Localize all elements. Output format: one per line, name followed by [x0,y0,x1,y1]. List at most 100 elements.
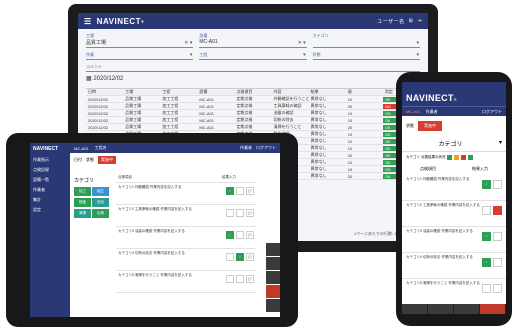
table-row[interactable]: 2020/12/02 品質工場 加工工程 MC-A01 定期点検 工具摩耗の確認 異常なし 2… [86,103,420,110]
ng-chip[interactable] [236,275,244,283]
list-item[interactable]: カテゴリ3 油量の確認 作業内容を記入する ✓ 💬 [116,227,256,249]
user-name[interactable]: 作業者 [426,109,438,115]
column-header[interactable]: 値 [346,89,383,95]
list-item[interactable]: カテゴリ5 清掃を行うこと 作業内容を記入する [402,279,506,305]
table-row[interactable]: 2020/12/02 品質工場 加工工程 MC-A01 定期点検 清掃を行うこと 異常なし 2… [86,124,420,131]
category-select[interactable]: カテゴリ ▾ [402,136,506,152]
logout-button[interactable]: ログアウト [256,145,276,151]
ng-chip[interactable] [493,284,502,293]
sidebar-item[interactable]: 設備一覧 [30,175,70,185]
table-row[interactable]: 2020/12/02 品質工場 加工工程 MC-A01 定期点検 外観確認を行うこと 異常な… [86,96,420,103]
user-name[interactable]: 作業者 [240,145,252,151]
user-name[interactable]: ユーザー名 [377,18,404,25]
ok-chip[interactable] [226,275,234,283]
comment-icon[interactable]: 💬 [246,209,254,217]
category-button[interactable]: 組立 [92,187,110,196]
list-item[interactable]: カテゴリ1 外観確認 作業内容を記入する ✓ 💬 [116,183,256,205]
chevron-down-icon[interactable]: ▾ [303,52,306,58]
comment-icon[interactable]: 💬 [246,253,254,261]
column-header[interactable]: 設備 [197,89,234,95]
category-filter[interactable]: カテゴリ ▾ [312,32,420,48]
sidebar-item[interactable]: 集計 [30,195,70,205]
comment-field[interactable]: コメント [86,63,420,72]
chevron-down-icon[interactable]: ▾ [416,40,419,46]
ng-chip[interactable] [493,180,502,189]
in-progress-button[interactable]: 実施中 [418,121,442,131]
clear-icon[interactable]: ✕ ▾ [298,40,306,46]
list-item[interactable]: カテゴリ2 工具摩耗の確認 作業内容を記入する 💬 [116,205,256,227]
action-button[interactable] [454,304,480,314]
category-button[interactable]: 清掃 [74,209,91,218]
status-label: 状態 [406,123,414,128]
logout-icon[interactable]: ⇥ [417,18,422,25]
process-filter[interactable]: 工程 ▾ [199,51,307,60]
ok-chip[interactable]: ✓ [226,231,234,239]
table-row[interactable]: 2020/12/02 品質工場 加工工程 MC-A01 定期点検 切粉の除去 異常なし 10 O… [86,117,420,124]
date-picker[interactable]: ▦ 2020/12/02 [86,75,420,82]
column-header[interactable]: 工程 [160,89,197,95]
ng-chip[interactable] [236,231,244,239]
column-header[interactable]: 点検項目 [234,89,271,95]
action-button[interactable] [402,304,428,314]
column-header[interactable]: 日時 [86,89,123,95]
list-item[interactable]: カテゴリ4 切粉の除去 作業内容を記入する ✓ [402,253,506,279]
ok-chip[interactable]: ✓ [482,180,491,189]
ng-chip[interactable]: ✓ [236,253,244,261]
action-button[interactable] [266,271,280,284]
list-item[interactable]: カテゴリ2 工具摩耗の確認 作業内容を記入する [402,201,506,227]
category-button[interactable]: 検査 [74,198,91,207]
list-item[interactable]: カテゴリ4 切粉の除去 作業内容を記入する ✓ 💬 [116,249,256,271]
summary-label: カテゴリ 点検結果の状況 [406,155,446,159]
equipment-filter[interactable]: 設備 MC-A01 ✕ ▾ [199,32,307,48]
column-header[interactable]: 工場 [123,89,160,95]
category-button[interactable]: 加工 [74,187,91,196]
action-button[interactable] [428,304,454,314]
ok-chip[interactable]: ✓ [226,187,234,195]
list-item[interactable]: カテゴリ3 油量の確認 作業内容を記入する ✓ [402,227,506,253]
grid-icon[interactable]: ⊞ [409,18,414,25]
list-item[interactable]: カテゴリ5 清掃を行うこと 作業内容を記入する 💬 [116,271,256,293]
table-row[interactable]: 2020/12/02 品質工場 加工工程 MC-A01 定期点検 油量の確認 異常なし 10 O… [86,110,420,117]
category-button[interactable]: 保全 [92,198,110,207]
calendar-icon[interactable]: ▦ [86,76,92,82]
category-button[interactable]: 出荷 [92,209,110,218]
ok-chip[interactable] [482,284,491,293]
action-button[interactable] [266,257,280,270]
sidebar-item[interactable]: 点検記録 [30,165,70,175]
list-item[interactable]: カテゴリ1 外観確認 作業内容を記入する ✓ [402,175,506,201]
ok-chip[interactable] [226,253,234,261]
action-button[interactable] [266,299,280,312]
clear-icon[interactable]: ✕ ▾ [184,40,192,46]
action-button[interactable] [266,285,280,298]
comment-icon[interactable]: 💬 [246,231,254,239]
process-label: 工程名 [94,145,107,150]
chevron-down-icon[interactable]: ▾ [190,52,193,58]
ok-chip[interactable]: ✓ [482,232,491,241]
sidebar-item[interactable]: 作業者 [30,185,70,195]
ok-chip[interactable] [482,206,491,215]
ng-chip[interactable] [236,209,244,217]
ng-chip[interactable] [236,187,244,195]
factory-filter[interactable]: 工場 品質工場 ✕ ▾ [86,32,194,48]
sidebar-item[interactable]: 作業指示 [30,155,70,165]
ng-chip[interactable] [493,258,502,267]
action-button[interactable] [266,243,280,256]
logout-button[interactable]: ログアウト [482,109,502,115]
table-cell: 異常なし [310,159,327,164]
chevron-down-icon[interactable]: ▾ [416,52,419,58]
ng-chip[interactable] [493,232,502,241]
status-filter[interactable]: 状態 ▾ [312,51,420,60]
action-button[interactable] [480,304,506,314]
work-filter[interactable]: 作業 ▾ [86,51,194,60]
menu-icon[interactable]: ☰ [84,17,92,26]
sidebar-item[interactable]: 設定 [30,205,70,215]
ng-chip[interactable] [493,206,502,215]
column-header[interactable]: 内容 [272,89,309,95]
ok-chip[interactable]: ✓ [482,258,491,267]
in-progress-button[interactable]: 実施中 [98,156,116,164]
column-header[interactable]: 結果 [309,89,346,95]
comment-icon[interactable]: 💬 [246,187,254,195]
table-cell: 切粉の除去 [273,117,294,122]
comment-icon[interactable]: 💬 [246,275,254,283]
ok-chip[interactable] [226,209,234,217]
